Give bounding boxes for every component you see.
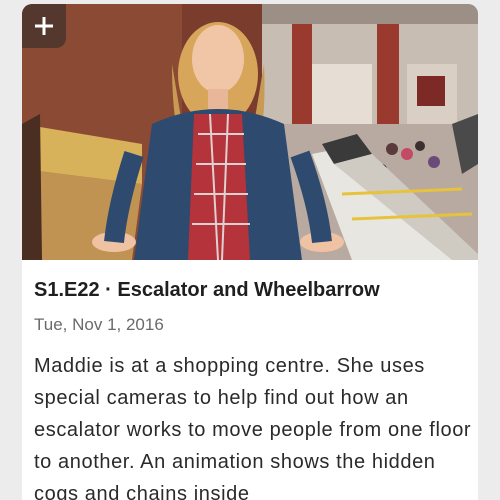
air-date: Tue, Nov 1, 2016	[34, 315, 164, 334]
episode-description: Maddie is at a shopping centre. She uses…	[34, 355, 472, 500]
thumbnail-illustration	[22, 4, 478, 260]
add-button[interactable]	[22, 4, 66, 48]
episode-card[interactable]: S1.E22 · Escalator and Wheelbarrow Tue, …	[22, 4, 478, 500]
episode-meta: S1.E22 · Escalator and Wheelbarrow Tue, …	[22, 276, 478, 500]
episode-title[interactable]: S1.E22 · Escalator and Wheelbarrow	[34, 276, 478, 304]
episode-thumbnail[interactable]	[22, 4, 478, 260]
plus-icon	[35, 17, 53, 35]
screen: S1.E22 · Escalator and Wheelbarrow Tue, …	[0, 0, 500, 500]
